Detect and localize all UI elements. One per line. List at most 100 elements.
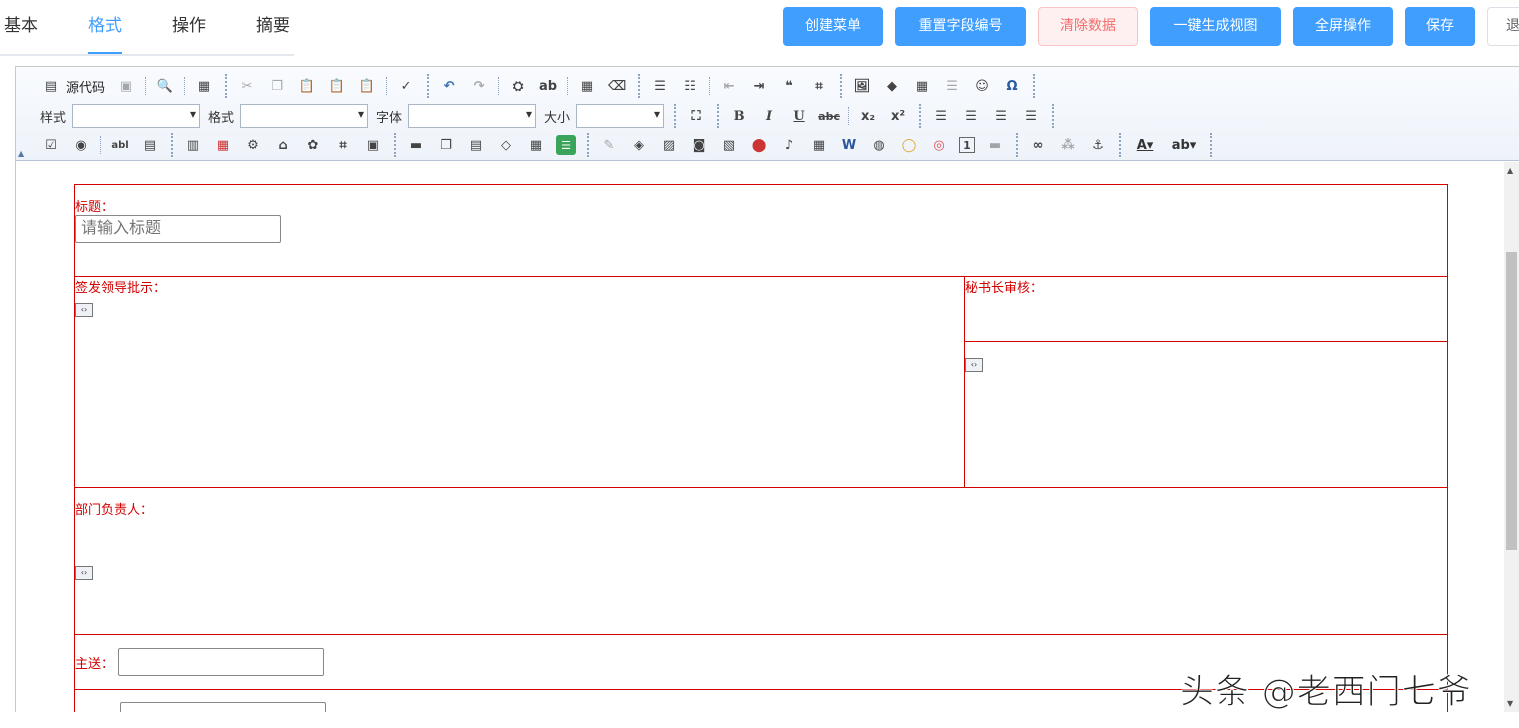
template-icon[interactable]: ▦ [194, 76, 214, 96]
eraser-icon[interactable]: ⌫ [607, 76, 627, 96]
data-field-icon[interactable]: ▦ [526, 135, 546, 155]
undo-icon[interactable]: ↶ [439, 76, 459, 96]
size-dropdown[interactable] [576, 104, 665, 128]
microphone-icon[interactable]: ♪ [779, 135, 799, 155]
scroll-up-icon[interactable]: ▲ [1507, 166, 1513, 175]
textarea-icon[interactable]: ▤ [140, 135, 160, 155]
textfield-icon[interactable]: abl [110, 135, 130, 155]
preview-icon[interactable]: 🔍 [155, 76, 175, 96]
source-code-button[interactable]: 源代码 [66, 77, 105, 96]
replace-icon[interactable]: ab [538, 76, 558, 96]
paste-text-icon[interactable]: 📋 [327, 76, 347, 96]
divider-field-icon[interactable]: ▬ [985, 135, 1005, 155]
org-chart-icon[interactable]: ⌗ [333, 135, 353, 155]
image-icon[interactable]: 🖼 [852, 76, 872, 96]
unlink-icon[interactable]: ⁂ [1058, 135, 1078, 155]
find-icon[interactable]: ⛭ [508, 76, 528, 96]
checkbox-field-icon[interactable]: ☑ [41, 135, 61, 155]
reset-fields-button[interactable]: 重置字段编号 [895, 7, 1026, 46]
indent-icon[interactable]: ⇥ [749, 76, 769, 96]
send-input[interactable] [118, 648, 325, 676]
scroll-thumb[interactable] [1506, 252, 1517, 550]
paste-icon[interactable]: 📋 [297, 76, 317, 96]
smiley-icon[interactable]: ☺ [972, 76, 992, 96]
embed-field-icon[interactable]: ‹› [965, 358, 983, 372]
font-dropdown[interactable] [408, 104, 537, 128]
clear-data-button[interactable]: 清除数据 [1038, 7, 1138, 46]
cut-icon[interactable]: ✂ [237, 76, 257, 96]
italic-icon[interactable]: I [759, 106, 779, 126]
select-all-icon[interactable]: ▦ [577, 76, 597, 96]
vertical-scrollbar[interactable]: ▲ ▼ [1504, 162, 1519, 712]
embed-field-icon[interactable]: ‹› [75, 566, 93, 580]
format-dropdown[interactable] [240, 104, 369, 128]
fullscreen-button[interactable]: 全屏操作 [1293, 7, 1393, 46]
tab-basic[interactable]: 基本 [4, 0, 38, 52]
tab-summary[interactable]: 摘要 [256, 0, 290, 52]
form-icon[interactable]: ▣ [363, 135, 383, 155]
align-left-icon[interactable]: ☰ [931, 106, 951, 126]
picture-field-icon[interactable]: ▨ [659, 135, 679, 155]
generate-view-button[interactable]: 一键生成视图 [1150, 7, 1281, 46]
user-picker-icon[interactable]: ✿ [303, 135, 323, 155]
outdent-icon[interactable]: ⇤ [719, 76, 739, 96]
number-field-icon[interactable]: 1 [959, 137, 975, 153]
spellcheck-icon[interactable]: ✓ [396, 76, 416, 96]
tab-format[interactable]: 格式 [88, 0, 122, 54]
macro-icon[interactable]: ⚙ [243, 135, 263, 155]
copy-icon[interactable]: ❐ [267, 76, 287, 96]
strikethrough-icon[interactable]: abc [818, 106, 840, 126]
div-icon[interactable]: ⌗ [809, 76, 829, 96]
map-pin-icon[interactable]: ⬤ [749, 135, 769, 155]
superscript-icon[interactable]: x² [888, 106, 908, 126]
text-color-icon[interactable]: A▾ [1131, 135, 1159, 155]
next-input[interactable] [120, 702, 326, 712]
redo-icon[interactable]: ↷ [469, 76, 489, 96]
bold-icon[interactable]: B [729, 106, 749, 126]
hidden-field-icon[interactable]: ▬ [406, 135, 426, 155]
listbox-icon[interactable]: ▥ [183, 135, 203, 155]
align-right-icon[interactable]: ☰ [991, 106, 1011, 126]
exit-button[interactable]: 退 [1487, 7, 1519, 46]
scroll-down-icon[interactable]: ▼ [1507, 699, 1513, 708]
calendar-icon[interactable]: ▦ [213, 135, 233, 155]
maximize-icon[interactable]: ⛶ [686, 106, 706, 126]
embed-field-icon[interactable]: ‹› [75, 303, 93, 317]
camera-icon[interactable]: ◙ [689, 135, 709, 155]
radio-field-icon[interactable]: ◉ [71, 135, 91, 155]
blockquote-icon[interactable]: ❝ [779, 76, 799, 96]
collapse-toolbar-icon[interactable]: ▲ [18, 149, 24, 158]
special-char-icon[interactable]: Ω [1002, 76, 1022, 96]
source-code-icon[interactable]: ▤ [41, 76, 61, 96]
anchor-icon[interactable]: ⚓ [1088, 135, 1108, 155]
embed-field-icon[interactable]: ◇ [496, 135, 516, 155]
list-field-icon[interactable]: ☰ [556, 135, 576, 155]
web-icon[interactable]: ◍ [869, 135, 889, 155]
layers-icon[interactable]: ◈ [629, 135, 649, 155]
create-menu-button[interactable]: 创建菜单 [783, 7, 883, 46]
align-justify-icon[interactable]: ☰ [1021, 106, 1041, 126]
paste-word-icon[interactable]: 📋 [357, 76, 377, 96]
attachment-icon[interactable]: ✎ [599, 135, 619, 155]
progress-ring-icon[interactable]: ◯ [899, 135, 919, 155]
copy-field-icon[interactable]: ❐ [436, 135, 456, 155]
word-doc-icon[interactable]: W [839, 135, 859, 155]
align-center-icon[interactable]: ☰ [961, 106, 981, 126]
chart-field-icon[interactable]: ▧ [719, 135, 739, 155]
background-color-icon[interactable]: ab▾ [1169, 135, 1199, 155]
table-icon[interactable]: ▦ [912, 76, 932, 96]
link-icon[interactable]: ∞ [1028, 135, 1048, 155]
title-input[interactable] [75, 215, 281, 243]
qr-code-icon[interactable]: ▦ [809, 135, 829, 155]
save-button[interactable]: 保存 [1405, 7, 1475, 46]
flash-icon[interactable]: ◆ [882, 76, 902, 96]
tab-operation[interactable]: 操作 [172, 0, 206, 52]
horizontal-rule-icon[interactable]: ☰ [942, 76, 962, 96]
save-doc-icon[interactable]: ▣ [116, 76, 136, 96]
underline-icon[interactable]: U [789, 106, 809, 126]
clock-icon[interactable]: ◎ [929, 135, 949, 155]
document-area[interactable]: 标题： 签发领导批示： ‹› 秘书长审核： ‹› [16, 162, 1504, 712]
department-icon[interactable]: ⌂ [273, 135, 293, 155]
doc-field-icon[interactable]: ▤ [466, 135, 486, 155]
bullet-list-icon[interactable]: ☷ [680, 76, 700, 96]
